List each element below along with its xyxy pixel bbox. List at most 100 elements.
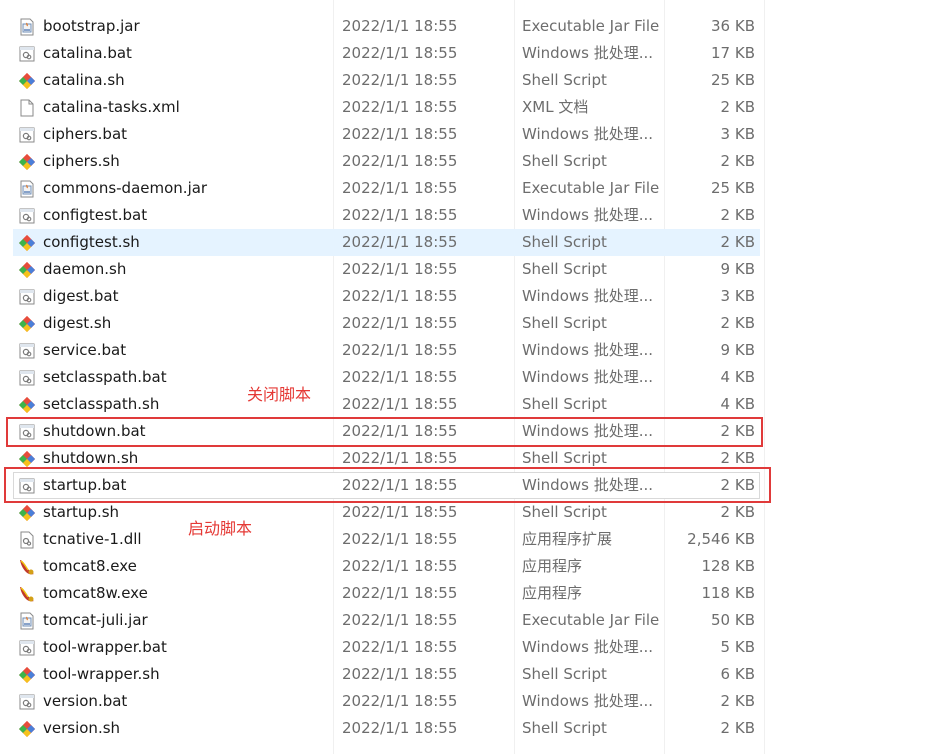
- file-size: 2 KB: [720, 206, 755, 224]
- jar-icon: [18, 180, 36, 198]
- file-row[interactable]: commons-daemon.jar 2022/1/1 18:55 Executab…: [0, 175, 925, 202]
- sh-icon: [18, 504, 36, 522]
- file-type: Shell Script: [522, 395, 607, 413]
- file-name: version.sh: [43, 719, 121, 737]
- file-row[interactable]: configtest.bat 2022/1/1 18:55 Windows 批处理.…: [0, 202, 925, 229]
- file-name: ciphers.bat: [43, 125, 128, 143]
- file-type: Shell Script: [522, 71, 607, 89]
- file-row[interactable]: digest.sh 2022/1/1 18:55 Shell Script 2 KB: [0, 310, 925, 337]
- file-type: Shell Script: [522, 314, 607, 332]
- file-name: tomcat8w.exe: [43, 584, 148, 602]
- file-size: 118 KB: [701, 584, 755, 602]
- file-date: 2022/1/1 18:55: [342, 260, 458, 278]
- file-name: digest.sh: [43, 314, 112, 332]
- file-name: bootstrap.jar: [43, 17, 140, 35]
- file-size: 2 KB: [720, 719, 755, 737]
- file-row[interactable]: tomcat8.exe 2022/1/1 18:55 应用程序 128 KB: [0, 553, 925, 580]
- file-name: tomcat-juli.jar: [43, 611, 148, 629]
- file-name: tomcat8.exe: [43, 557, 137, 575]
- file-type: Windows 批处理...: [522, 341, 654, 359]
- xml-icon: [18, 99, 36, 117]
- file-name: commons-daemon.jar: [43, 179, 208, 197]
- file-type: Windows 批处理...: [522, 125, 654, 143]
- file-date: 2022/1/1 18:55: [342, 125, 458, 143]
- file-date: 2022/1/1 18:55: [342, 287, 458, 305]
- file-type: Windows 批处理...: [522, 44, 654, 62]
- file-name: setclasspath.sh: [43, 395, 160, 413]
- file-type: Shell Script: [522, 503, 607, 521]
- file-date: 2022/1/1 18:55: [342, 503, 458, 521]
- bat-icon: [18, 45, 36, 63]
- file-row[interactable]: setclasspath.sh 2022/1/1 18:55 Shell Scrip…: [0, 391, 925, 418]
- file-size: 9 KB: [720, 341, 755, 359]
- file-name: daemon.sh: [43, 260, 127, 278]
- sh-icon: [18, 315, 36, 333]
- file-date: 2022/1/1 18:55: [342, 719, 458, 737]
- tomcat-exe-icon: [18, 558, 36, 576]
- file-row[interactable]: tomcat8w.exe 2022/1/1 18:55 应用程序 118 KB: [0, 580, 925, 607]
- file-size: 4 KB: [720, 368, 755, 386]
- file-row[interactable]: catalina-tasks.xml 2022/1/1 18:55 XML 文档 2 …: [0, 94, 925, 121]
- file-type: Shell Script: [522, 665, 607, 683]
- file-date: 2022/1/1 18:55: [342, 341, 458, 359]
- file-date: 2022/1/1 18:55: [342, 611, 458, 629]
- jar-icon: [18, 18, 36, 36]
- file-row[interactable]: bootstrap.jar 2022/1/1 18:55 Executable Ja…: [0, 13, 925, 40]
- file-name: service.bat: [43, 341, 127, 359]
- file-name: catalina.bat: [43, 44, 132, 62]
- file-type: Windows 批处理...: [522, 206, 654, 224]
- file-row[interactable]: ciphers.bat 2022/1/1 18:55 Windows 批处理... 3…: [0, 121, 925, 148]
- bat-icon: [18, 639, 36, 657]
- file-row[interactable]: catalina.sh 2022/1/1 18:55 Shell Script 25 …: [0, 67, 925, 94]
- startup-highlight-box: [4, 467, 771, 503]
- file-date: 2022/1/1 18:55: [342, 71, 458, 89]
- file-type: 应用程序: [522, 584, 583, 602]
- file-size: 3 KB: [720, 125, 755, 143]
- bat-icon: [18, 369, 36, 387]
- file-name: tool-wrapper.sh: [43, 665, 160, 683]
- file-date: 2022/1/1 18:55: [342, 17, 458, 35]
- file-date: 2022/1/1 18:55: [342, 179, 458, 197]
- file-row[interactable]: daemon.sh 2022/1/1 18:55 Shell Script 9 KB: [0, 256, 925, 283]
- sh-icon: [18, 261, 36, 279]
- file-size: 25 KB: [711, 179, 755, 197]
- file-type: Windows 批处理...: [522, 368, 654, 386]
- file-type: Shell Script: [522, 719, 607, 737]
- file-name: setclasspath.bat: [43, 368, 167, 386]
- file-list: bootstrap.jar 2022/1/1 18:55 Executable Ja…: [0, 13, 925, 742]
- file-row[interactable]: digest.bat 2022/1/1 18:55 Windows 批处理... 3 …: [0, 283, 925, 310]
- file-type: Windows 批处理...: [522, 287, 654, 305]
- file-row[interactable]: version.sh 2022/1/1 18:55 Shell Script 2 KB: [0, 715, 925, 742]
- sh-icon: [18, 450, 36, 468]
- file-name: catalina-tasks.xml: [43, 98, 180, 116]
- file-type: XML 文档: [522, 98, 589, 116]
- bat-icon: [18, 693, 36, 711]
- file-row[interactable]: startup.sh 2022/1/1 18:55 Shell Script 2 KB: [0, 499, 925, 526]
- file-name: version.bat: [43, 692, 128, 710]
- sh-icon: [18, 234, 36, 252]
- file-size: 2,546 KB: [687, 530, 755, 548]
- file-name: ciphers.sh: [43, 152, 120, 170]
- file-row[interactable]: version.bat 2022/1/1 18:55 Windows 批处理... 2…: [0, 688, 925, 715]
- file-row[interactable]: ciphers.sh 2022/1/1 18:55 Shell Script 2 KB: [0, 148, 925, 175]
- file-size: 17 KB: [711, 44, 755, 62]
- shutdown-highlight-box: [6, 417, 763, 447]
- file-row[interactable]: service.bat 2022/1/1 18:55 Windows 批处理... 9…: [0, 337, 925, 364]
- file-row[interactable]: catalina.bat 2022/1/1 18:55 Windows 批处理...…: [0, 40, 925, 67]
- file-size: 5 KB: [720, 638, 755, 656]
- dll-icon: [18, 531, 36, 549]
- file-name: startup.sh: [43, 503, 120, 521]
- file-row[interactable]: tomcat-juli.jar 2022/1/1 18:55 Executable …: [0, 607, 925, 634]
- file-row[interactable]: tool-wrapper.bat 2022/1/1 18:55 Windows 批处…: [0, 634, 925, 661]
- file-name: configtest.bat: [43, 206, 148, 224]
- file-type: Executable Jar File: [522, 17, 660, 35]
- file-date: 2022/1/1 18:55: [342, 692, 458, 710]
- file-row[interactable]: tcnative-1.dll 2022/1/1 18:55 应用程序扩展 2,546 …: [0, 526, 925, 553]
- file-size: 9 KB: [720, 260, 755, 278]
- file-row[interactable]: configtest.sh 2022/1/1 18:55 Shell Script 2…: [0, 229, 925, 256]
- tomcat-exe-icon: [18, 585, 36, 603]
- file-row[interactable]: setclasspath.bat 2022/1/1 18:55 Windows 批处…: [0, 364, 925, 391]
- file-row[interactable]: tool-wrapper.sh 2022/1/1 18:55 Shell Scrip…: [0, 661, 925, 688]
- sh-icon: [18, 153, 36, 171]
- bat-icon: [18, 207, 36, 225]
